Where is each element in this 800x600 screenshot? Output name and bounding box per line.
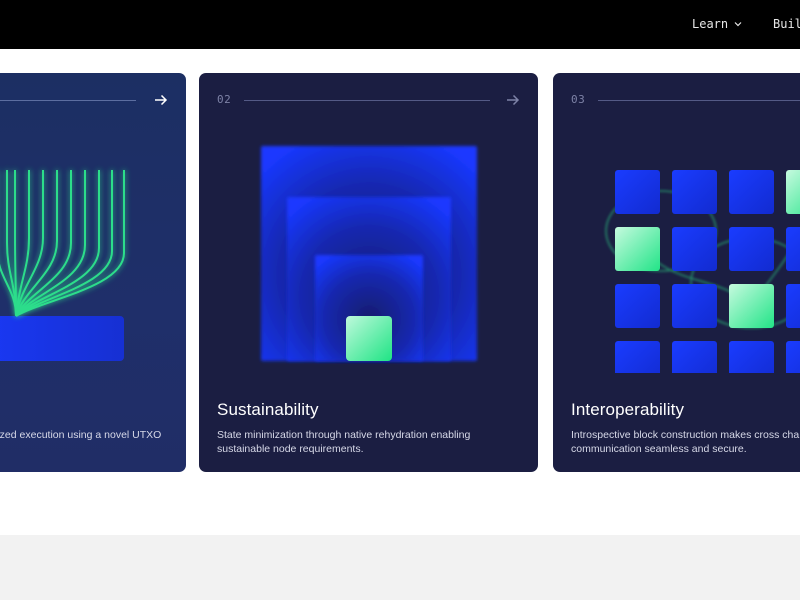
nested-squares-illustration [261,146,477,361]
card-description-line: State minimization through native rehydr… [217,429,471,441]
feature-card-sustainability[interactable]: 02 Sustainability State minimization thr… [199,73,538,472]
card-description: Introspective block construction makes c… [571,428,800,456]
card-title: Interoperability [571,400,685,419]
feature-card-scalability[interactable]: lized execution using a novel UTXO [0,73,186,472]
top-nav-bar: Learn Buil [0,0,800,49]
card-description-line: lized execution using a novel UTXO [0,429,162,441]
branching-lines-illustration [0,170,125,361]
card-description: lized execution using a novel UTXO [0,428,186,442]
card-description-line: sustainable node requirements. [217,443,364,455]
nav-build[interactable]: Buil [773,17,800,31]
feature-cards: lized execution using a novel UTXO 02 Su… [0,49,800,535]
card-description-line: Introspective block construction makes c… [571,429,800,441]
block-grid-illustration [605,170,800,373]
card-description-line: communication seamless and secure. [571,443,747,455]
card-description: State minimization through native rehydr… [217,428,517,456]
next-section-background [0,535,800,600]
feature-card-interoperability[interactable]: 03 Interoperability Introspective block … [553,73,800,472]
nav-build-label: Buil [773,17,800,31]
card-title: Sustainability [217,400,319,419]
